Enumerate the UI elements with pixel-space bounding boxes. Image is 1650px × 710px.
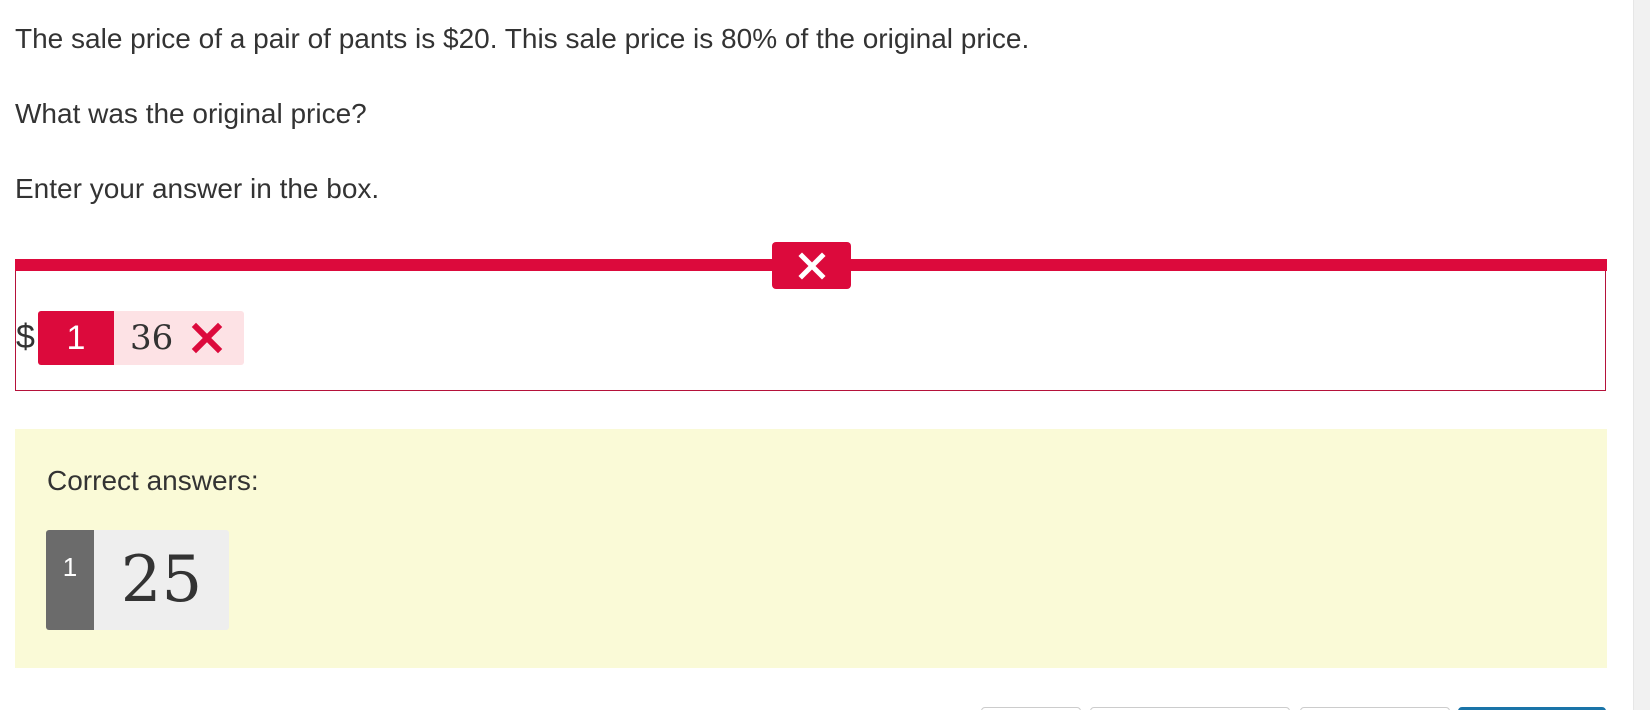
correct-answer-value-area: 25	[94, 530, 229, 630]
correct-answers-title: Correct answers:	[47, 465, 259, 496]
answer-input[interactable]: 1 36	[38, 311, 244, 365]
close-icon	[192, 322, 223, 354]
question-stem: The sale price of a pair of pants is $20…	[15, 23, 1030, 54]
incorrect-status-badge	[772, 242, 851, 289]
vertical-scrollbar[interactable]	[1633, 0, 1650, 710]
correct-answer-index: 1	[46, 530, 94, 630]
question-instruction: Enter your answer in the box.	[15, 173, 380, 204]
correct-answer-value: 25	[120, 543, 203, 617]
correct-answers-panel: Correct answers: 1 25	[15, 429, 1607, 668]
response-value-area: 36	[114, 311, 244, 365]
response-index: 1	[38, 311, 114, 365]
close-icon	[797, 251, 826, 280]
entered-value: 36	[130, 318, 174, 358]
incorrect-mark	[191, 322, 223, 354]
question-page: The sale price of a pair of pants is $20…	[0, 0, 1650, 710]
question-prompt: What was the original price?	[15, 98, 367, 129]
currency-symbol: $	[16, 318, 35, 356]
correct-answer-item: 1 25	[46, 530, 229, 630]
